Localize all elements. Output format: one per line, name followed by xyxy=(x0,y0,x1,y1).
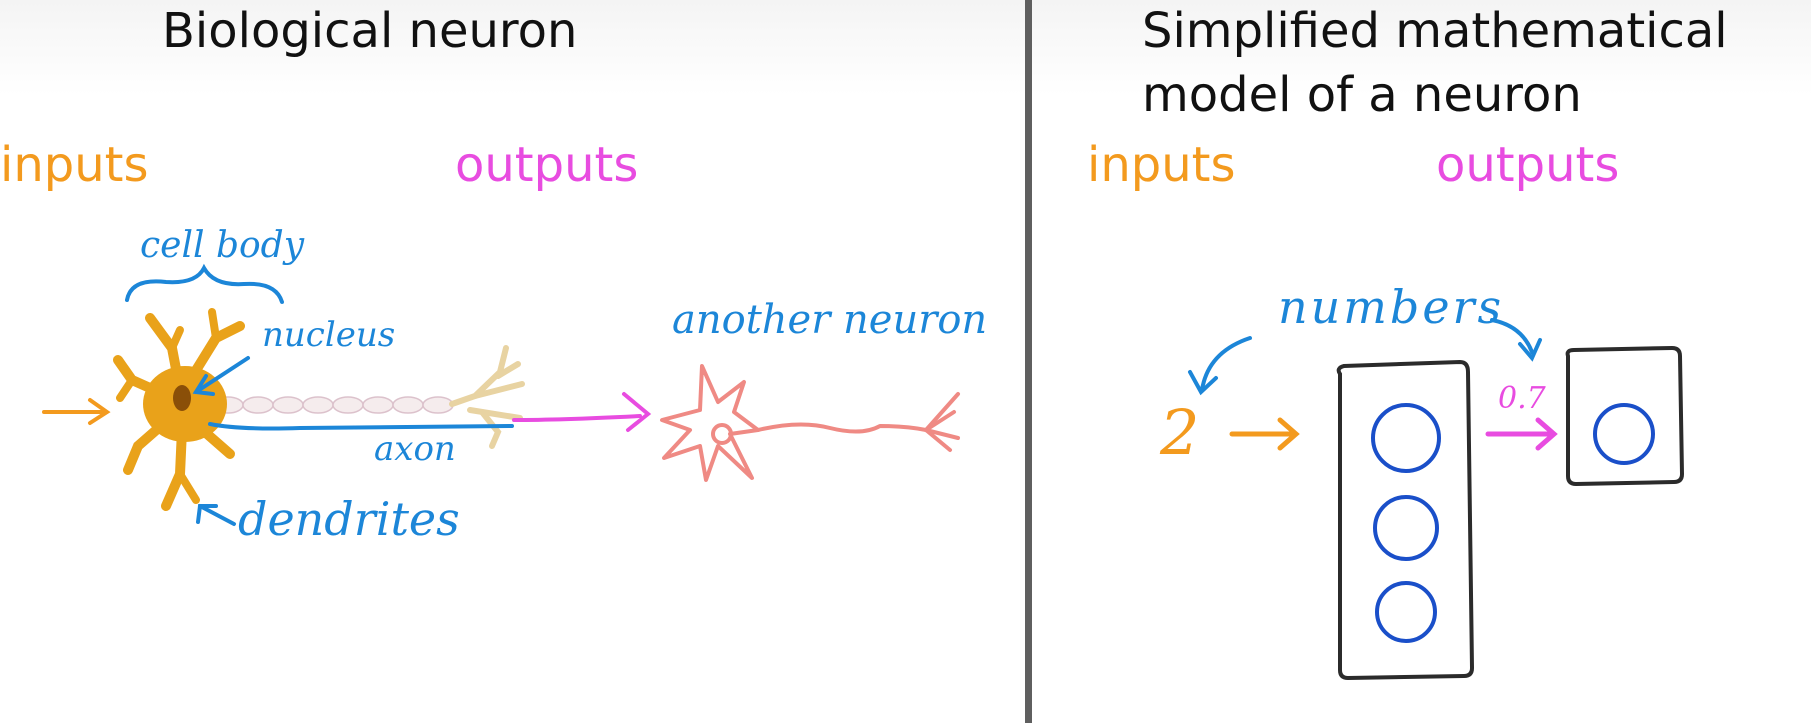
numbers-arrow-left xyxy=(1188,336,1252,396)
axon-bracket xyxy=(208,422,514,431)
cell-body-brace xyxy=(125,263,284,304)
biological-neuron-panel: Biological neuron inputs outputs cell bo… xyxy=(0,0,1025,723)
hidden-layer-box xyxy=(1336,359,1475,681)
hidden-node-3 xyxy=(1375,581,1437,643)
mathematical-model-panel: Simplified mathematical model of a neuro… xyxy=(1032,0,1811,723)
axon-segments xyxy=(212,396,454,414)
dendrites-arrow xyxy=(196,504,236,526)
another-neuron-label: another neuron xyxy=(672,297,988,343)
neuron-drawing xyxy=(42,263,960,526)
hidden-node-2 xyxy=(1373,495,1439,561)
output-arrow xyxy=(512,392,652,432)
panel-divider xyxy=(1025,0,1032,723)
layer-to-output-arrow xyxy=(1485,417,1558,451)
nucleus-label: nucleus xyxy=(262,315,396,355)
cell-body-label: cell body xyxy=(140,225,305,266)
another-neuron-drawing xyxy=(660,364,960,482)
model-drawing xyxy=(1188,318,1685,681)
axon-label: axon xyxy=(374,429,456,469)
output-node xyxy=(1593,403,1655,465)
hidden-node-1 xyxy=(1371,403,1441,473)
input-to-layer-arrow xyxy=(1229,417,1300,451)
axon-terminal xyxy=(449,345,525,449)
nucleus xyxy=(173,385,191,411)
numbers-arrow-right xyxy=(1490,318,1542,362)
input-arrow xyxy=(42,398,111,425)
dendrites-label: dendrites xyxy=(238,492,460,546)
